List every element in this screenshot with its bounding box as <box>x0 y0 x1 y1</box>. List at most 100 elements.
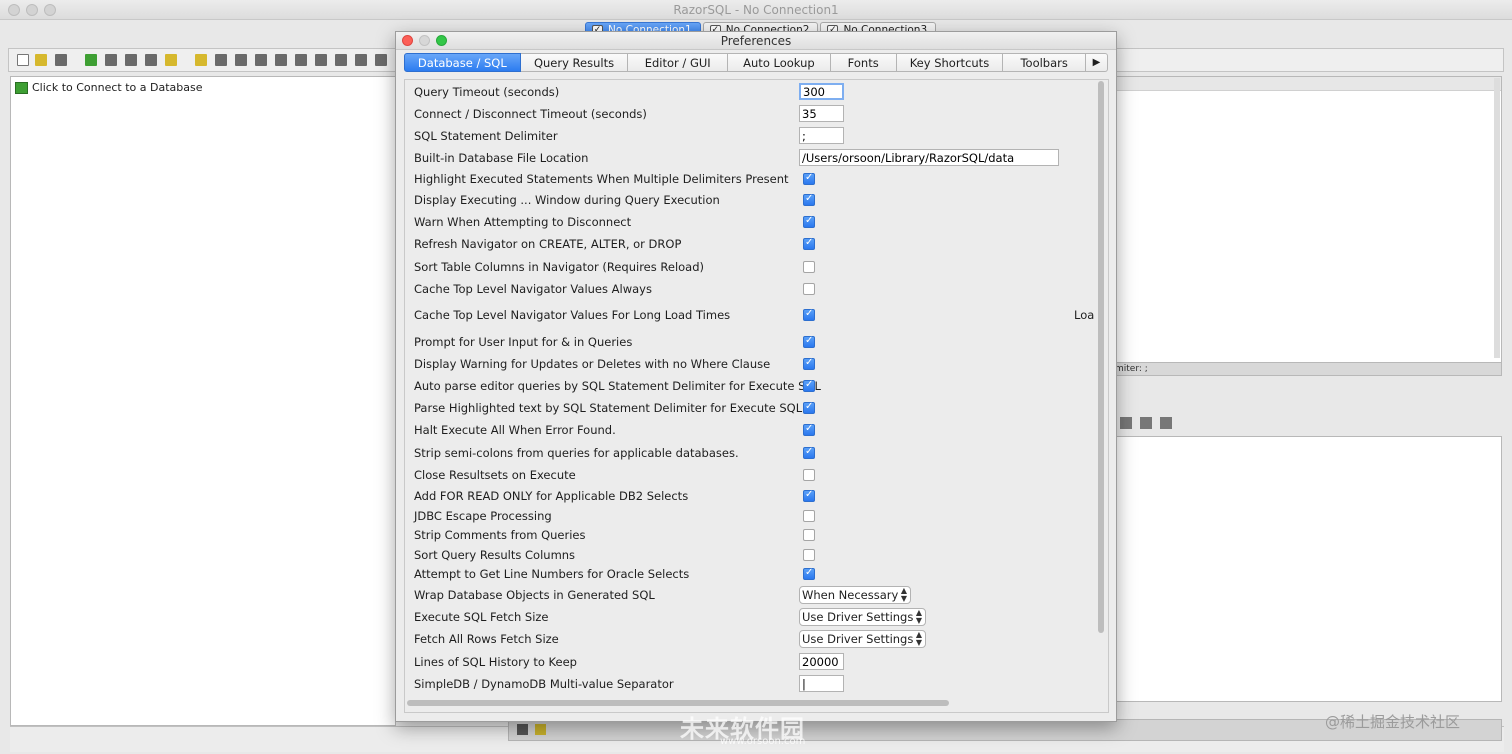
tab-toolbars[interactable]: Toolbars <box>1003 53 1087 72</box>
auto-parse-checkbox[interactable] <box>803 379 815 392</box>
strip-comments-checkbox[interactable] <box>803 529 815 541</box>
sort-table-columns-checkbox[interactable] <box>803 261 815 273</box>
setting-warn-disconnect: Warn When Attempting to Disconnect <box>414 213 1104 231</box>
db-file-location-field[interactable] <box>799 149 1059 166</box>
arrow-down-icon[interactable] <box>1140 417 1152 429</box>
highlight-executed-checkbox[interactable] <box>803 172 815 185</box>
setting-oracle-line-numbers: Attempt to Get Line Numbers for Oracle S… <box>414 565 1104 583</box>
setting-statement-delimiter: SQL Statement Delimiter <box>414 127 1104 145</box>
setting-cache-top-level: Cache Top Level Navigator Values Always <box>414 280 1104 298</box>
database-icon[interactable] <box>165 54 177 66</box>
setting-connect-timeout: Connect / Disconnect Timeout (seconds) <box>414 105 1104 123</box>
tab-auto-lookup[interactable]: Auto Lookup <box>728 53 831 72</box>
execute-icon[interactable] <box>535 724 546 735</box>
format-icon[interactable] <box>335 54 347 66</box>
list-icon[interactable] <box>315 54 327 66</box>
scrollbar-thumb[interactable] <box>1098 81 1104 633</box>
oracle-line-numbers-checkbox[interactable] <box>803 567 815 580</box>
multi-value-separator-field[interactable] <box>799 675 844 692</box>
setting-wrap-objects: Wrap Database Objects in Generated SQL W… <box>414 586 1104 604</box>
navigator-panel: Click to Connect to a Database <box>10 76 396 726</box>
fetch-all-size-select[interactable]: Use Driver Settings ▲ ▼ <box>799 630 926 648</box>
clipped-side-label: Loa <box>1074 308 1095 322</box>
window-title: RazorSQL - No Connection1 <box>673 3 839 17</box>
align-icon[interactable] <box>355 54 367 66</box>
cache-top-level-checkbox[interactable] <box>803 283 815 295</box>
editor-panel[interactable] <box>1110 76 1502 364</box>
tab-scroll-right-button[interactable]: ▶ <box>1086 53 1108 72</box>
halt-execute-checkbox[interactable] <box>803 423 815 436</box>
open-folder-icon[interactable] <box>35 54 47 66</box>
dialog-title: Preferences <box>720 34 792 48</box>
swap-icon[interactable] <box>1160 417 1172 429</box>
diamond-icon[interactable] <box>295 54 307 66</box>
scrollbar-thumb[interactable] <box>407 700 949 706</box>
new-file-icon[interactable] <box>17 54 29 66</box>
grid-icon[interactable] <box>235 54 247 66</box>
setting-multi-value-separator: SimpleDB / DynamoDB Multi-value Separato… <box>414 675 1104 693</box>
query-timeout-field[interactable] <box>799 83 844 100</box>
strip-semicolons-checkbox[interactable] <box>803 446 815 459</box>
paste-icon[interactable] <box>145 54 157 66</box>
copy-icon[interactable] <box>125 54 137 66</box>
setting-parse-highlighted: Parse Highlighted text by SQL Statement … <box>414 399 1104 417</box>
setting-close-resultsets: Close Resultsets on Execute <box>414 466 1104 484</box>
stop-icon[interactable] <box>1120 417 1132 429</box>
warning-no-where-checkbox[interactable] <box>803 357 815 370</box>
setting-prompt-user-input: Prompt for User Input for & in Queries <box>414 333 1104 351</box>
warn-disconnect-checkbox[interactable] <box>803 215 815 228</box>
document-icon[interactable] <box>275 54 287 66</box>
jdbc-escape-checkbox[interactable] <box>803 510 815 522</box>
vertical-scrollbar[interactable] <box>1096 81 1106 695</box>
setting-auto-parse: Auto parse editor queries by SQL Stateme… <box>414 377 1104 395</box>
wrap-objects-select[interactable]: When Necessary ▲ ▼ <box>799 586 911 604</box>
table-icon[interactable] <box>215 54 227 66</box>
close-resultsets-checkbox[interactable] <box>803 469 815 481</box>
statement-delimiter-field[interactable] <box>799 127 844 144</box>
preferences-tabs: Database / SQL Query Results Editor / GU… <box>404 53 1108 73</box>
connect-icon[interactable] <box>85 54 97 66</box>
main-titlebar: RazorSQL - No Connection1 <box>0 0 1512 20</box>
watermark-url-text: www.orsoon.com <box>720 736 806 747</box>
results-panel[interactable] <box>1110 436 1502 702</box>
dialog-titlebar: Preferences <box>396 32 1116 50</box>
display-executing-checkbox[interactable] <box>803 193 815 206</box>
setting-for-read-only: Add FOR READ ONLY for Applicable DB2 Sel… <box>414 487 1104 505</box>
setting-execute-fetch-size: Execute SQL Fetch Size Use Driver Settin… <box>414 608 1104 626</box>
cache-long-load-checkbox[interactable] <box>803 308 815 321</box>
for-read-only-checkbox[interactable] <box>803 489 815 502</box>
execute-fetch-size-select[interactable]: Use Driver Settings ▲ ▼ <box>799 608 926 626</box>
tab-database-sql[interactable]: Database / SQL <box>404 53 521 72</box>
connect-to-database-item[interactable]: Click to Connect to a Database <box>15 81 203 94</box>
stop-icon[interactable] <box>517 724 528 735</box>
setting-display-executing: Display Executing ... Window during Quer… <box>414 191 1104 209</box>
sort-query-results-checkbox[interactable] <box>803 549 815 561</box>
parse-highlighted-checkbox[interactable] <box>803 401 815 414</box>
updown-chevron-icon: ▲ ▼ <box>915 608 922 625</box>
save-icon[interactable] <box>55 54 67 66</box>
disconnect-icon[interactable] <box>105 54 117 66</box>
tab-query-results[interactable]: Query Results <box>520 53 629 72</box>
execute-icon[interactable] <box>195 54 207 66</box>
setting-highlight-executed: Highlight Executed Statements When Multi… <box>414 170 1104 188</box>
updown-chevron-icon: ▲ ▼ <box>900 586 907 603</box>
prompt-user-input-checkbox[interactable] <box>803 335 815 348</box>
tab-editor-gui[interactable]: Editor / GUI <box>628 53 729 72</box>
updown-chevron-icon: ▲ ▼ <box>915 630 922 647</box>
horizontal-scrollbar[interactable] <box>405 698 1095 708</box>
refresh-navigator-checkbox[interactable] <box>803 237 815 250</box>
setting-strip-comments: Strip Comments from Queries <box>414 526 1104 544</box>
tab-fonts[interactable]: Fonts <box>830 53 897 72</box>
setting-halt-execute: Halt Execute All When Error Found. <box>414 421 1104 439</box>
results-toolbar <box>1110 412 1502 434</box>
tab-key-shortcuts[interactable]: Key Shortcuts <box>896 53 1004 72</box>
layers-icon[interactable] <box>255 54 267 66</box>
history-lines-field[interactable] <box>799 653 844 670</box>
setting-query-timeout: Query Timeout (seconds) <box>414 83 1104 101</box>
editor-scrollbar[interactable] <box>1494 78 1500 358</box>
watermark-text: @稀土掘金技术社区 <box>1325 713 1461 731</box>
editor-header <box>1111 77 1501 91</box>
setting-jdbc-escape: JDBC Escape Processing <box>414 507 1104 525</box>
edit-icon[interactable] <box>375 54 387 66</box>
connect-timeout-field[interactable] <box>799 105 844 122</box>
